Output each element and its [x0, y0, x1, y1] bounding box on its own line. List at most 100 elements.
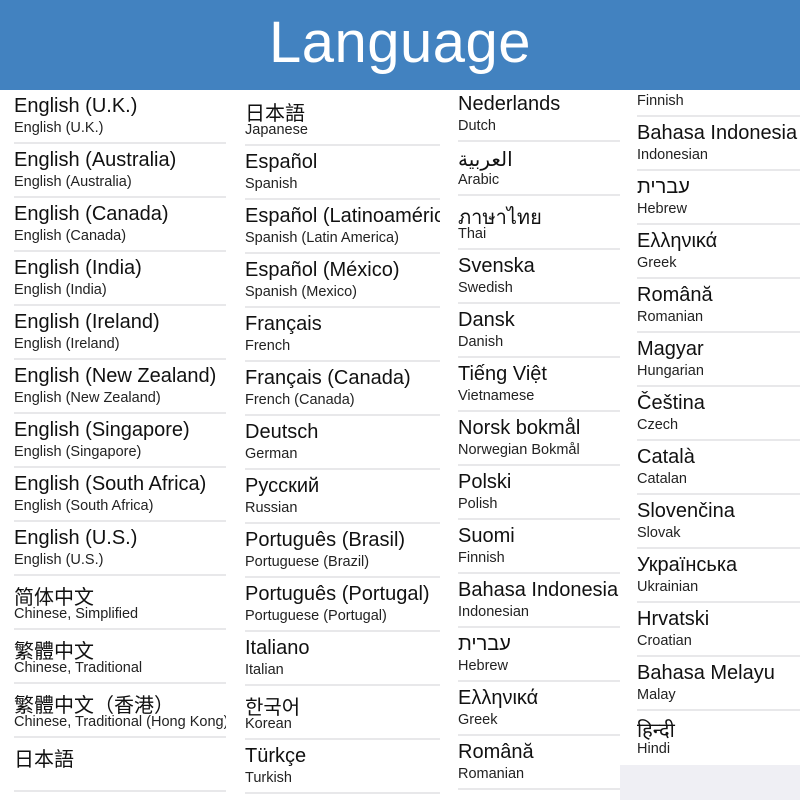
language-list-item[interactable]: Suomi Finnish — [637, 90, 800, 117]
language-list-item[interactable]: 한국어 Korean — [245, 686, 440, 740]
language-english-name: English (U.S.) — [14, 552, 104, 568]
language-native-name: Bahasa Indonesia — [458, 579, 619, 601]
language-list-item[interactable]: Norsk bokmål Norwegian Bokmål — [458, 412, 620, 466]
language-native-name: עברית — [458, 633, 511, 655]
language-native-name: हिन्दी — [637, 720, 675, 742]
language-list-column-4[interactable]: Suomi Finnish Bahasa Indonesia Indonesian עב… — [637, 90, 800, 800]
language-list-item[interactable]: Deutsch German — [245, 416, 440, 470]
language-english-name: German — [245, 446, 298, 462]
language-native-name: Magyar — [637, 338, 704, 360]
language-native-name: English (Canada) — [14, 203, 169, 225]
language-list-item[interactable]: English (South Africa) English (South Afr… — [14, 468, 226, 522]
language-english-name: French (Canada) — [245, 392, 355, 408]
language-english-name: Portuguese (Brazil) — [245, 554, 370, 570]
language-native-name: Español — [245, 151, 318, 173]
language-list-item[interactable]: English (Canada) English (Canada) — [14, 198, 226, 252]
language-list-item[interactable]: Magyar Hungarian — [637, 333, 800, 387]
language-list-item[interactable]: 日本語 — [14, 738, 226, 792]
language-list-item[interactable]: हिन्दी Hindi — [637, 711, 800, 765]
language-list-item[interactable]: ภาษาไทย Thai — [458, 196, 620, 250]
language-list-item[interactable]: 日本語 Japanese — [245, 92, 440, 146]
language-english-name: Ukrainian — [637, 579, 699, 595]
language-native-name: Suomi — [458, 525, 515, 547]
language-english-name: Romanian — [458, 766, 525, 782]
language-english-name: Japanese — [245, 122, 308, 138]
language-native-name: Español (Latinoamérica) — [245, 205, 440, 227]
language-list-item[interactable]: Ελληνικά Greek — [458, 682, 620, 736]
language-list-item[interactable]: Català Catalan — [637, 441, 800, 495]
language-list-item[interactable]: Polski Polish — [458, 466, 620, 520]
language-list-item[interactable]: 繁體中文 Chinese, Traditional — [14, 630, 226, 684]
language-english-name: Indonesian — [637, 147, 708, 163]
language-list-item[interactable]: Dansk Danish — [458, 304, 620, 358]
language-english-name: Indonesian — [458, 604, 529, 620]
language-list-item[interactable]: Português (Brasil) Portuguese (Brazil) — [245, 524, 440, 578]
language-list-item[interactable]: עברית Hebrew — [637, 171, 800, 225]
language-native-name: Português (Portugal) — [245, 583, 430, 605]
language-native-name: Italiano — [245, 637, 310, 659]
language-list-item[interactable]: English (Australia) English (Australia) — [14, 144, 226, 198]
language-list-item[interactable]: Română Romanian — [637, 279, 800, 333]
language-list-item[interactable]: Bahasa Indonesia Indonesian — [458, 574, 620, 628]
language-list-column-3[interactable]: Nederlands Dutch العربية Arabic ภาษาไทย Thai S… — [458, 90, 620, 800]
language-list-item[interactable]: English (Ireland) English (Ireland) — [14, 306, 226, 360]
language-list-item[interactable]: Tiếng Việt Vietnamese — [458, 358, 620, 412]
language-list-item[interactable]: Русский Russian — [245, 470, 440, 524]
language-list-item[interactable]: Italiano Italian — [245, 632, 440, 686]
language-native-name: Dansk — [458, 309, 515, 331]
language-native-name: Slovenčina — [637, 500, 735, 522]
language-native-name: English (U.S.) — [14, 527, 138, 549]
language-list-column-1[interactable]: English (U.K.) English (U.K.) English (Aus… — [14, 90, 226, 800]
language-english-name: Russian — [245, 500, 298, 516]
language-list-item[interactable]: Čeština Czech — [637, 387, 800, 441]
language-english-name: Spanish (Latin America) — [245, 230, 399, 246]
language-list-item[interactable]: العربية Arabic — [458, 142, 620, 196]
language-list-item[interactable]: English (New Zealand) English (New Zealan… — [14, 360, 226, 414]
language-native-name: Українська — [637, 554, 738, 576]
language-list-item[interactable]: Français (Canada) French (Canada) — [245, 362, 440, 416]
language-list-item[interactable]: Hrvatski Croatian — [637, 603, 800, 657]
language-list-item[interactable]: 繁體中文（香港） Chinese, Traditional (Hong Kong) — [14, 684, 226, 738]
language-list-item[interactable]: עברית Hebrew — [458, 628, 620, 682]
language-english-name: Croatian — [637, 633, 692, 649]
language-english-name: Hungarian — [637, 363, 704, 379]
language-english-name: Czech — [637, 417, 679, 433]
language-list-item[interactable]: Română Romanian — [458, 736, 620, 790]
language-list-item[interactable]: Türkçe Turkish — [245, 740, 440, 794]
language-list-item[interactable]: Español (Latinoamérica) Spanish (Latin Am… — [245, 200, 440, 254]
language-list-item[interactable]: Suomi Finnish — [458, 520, 620, 574]
language-list-item[interactable]: Svenska Swedish — [458, 250, 620, 304]
language-native-name: English (South Africa) — [14, 473, 207, 495]
language-native-name: 日本語 — [14, 749, 74, 771]
language-native-name: Hrvatski — [637, 608, 710, 630]
language-list-column-2[interactable]: 日本語 Japanese Español Spanish Español (Latino… — [245, 90, 440, 800]
language-list-item[interactable]: Slovenčina Slovak — [637, 495, 800, 549]
language-native-name: Español (México) — [245, 259, 400, 281]
language-list-item[interactable]: Ελληνικά Greek — [637, 225, 800, 279]
language-english-name: Greek — [637, 255, 677, 271]
language-list-item[interactable]: 简体中文 Chinese, Simplified — [14, 576, 226, 630]
language-english-name: Dutch — [458, 118, 496, 134]
language-list-item[interactable]: Bahasa Indonesia Indonesian — [637, 117, 800, 171]
language-list-item[interactable]: Nederlands Dutch — [458, 90, 620, 142]
language-list-item[interactable]: English (U.K.) English (U.K.) — [14, 90, 226, 144]
language-list-item[interactable]: English (India) English (India) — [14, 252, 226, 306]
language-native-name: Nederlands — [458, 93, 561, 115]
language-list-item[interactable]: English (U.S.) English (U.S.) — [14, 522, 226, 576]
language-list-item[interactable]: Українська Ukrainian — [637, 549, 800, 603]
language-list-item[interactable]: English (Singapore) English (Singapore) — [14, 414, 226, 468]
language-list-item[interactable]: Português (Portugal) Portuguese (Portugal… — [245, 578, 440, 632]
language-native-name: English (New Zealand) — [14, 365, 217, 387]
language-english-name: English (New Zealand) — [14, 390, 161, 406]
language-list-item[interactable]: Bahasa Melayu Malay — [637, 657, 800, 711]
language-list-item[interactable]: Español Spanish — [245, 146, 440, 200]
language-native-name: English (Singapore) — [14, 419, 190, 441]
language-list-item[interactable]: Français French — [245, 308, 440, 362]
language-list-item[interactable]: Español (México) Spanish (Mexico) — [245, 254, 440, 308]
language-native-name: Bahasa Melayu — [637, 662, 775, 684]
language-english-name: Thai — [458, 226, 487, 242]
language-english-name: Chinese, Traditional — [14, 660, 143, 676]
header-bar: Language — [0, 0, 800, 90]
language-native-name: Tiếng Việt — [458, 363, 547, 385]
language-native-name: Română — [637, 284, 713, 306]
